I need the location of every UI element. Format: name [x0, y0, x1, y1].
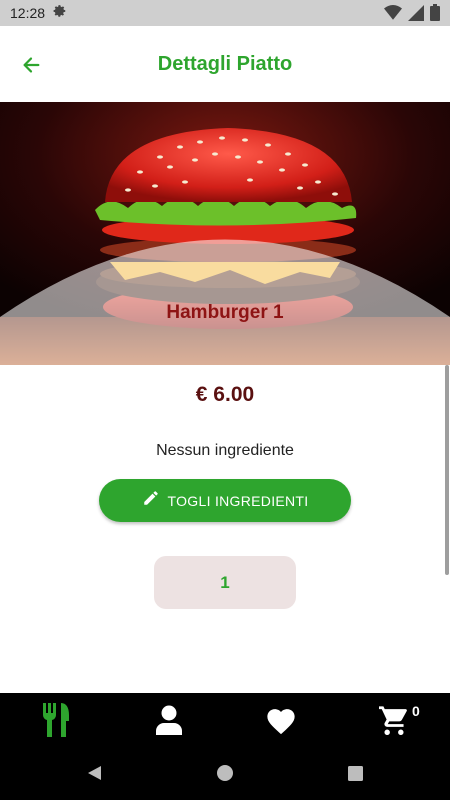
user-icon [155, 705, 182, 740]
status-icons [384, 4, 440, 26]
nav-favorites[interactable] [251, 693, 311, 751]
quantity-box[interactable]: 1 [154, 556, 296, 609]
system-home-button[interactable] [210, 761, 240, 791]
settings-icon [53, 4, 67, 23]
back-triangle-icon [87, 765, 103, 786]
recents-square-icon [347, 765, 363, 786]
nav-cart[interactable]: 0 [364, 693, 424, 751]
pencil-icon [142, 489, 160, 512]
home-circle-icon [217, 765, 233, 786]
nav-profile[interactable] [139, 693, 199, 751]
ingredients-text: Nessun ingrediente [156, 442, 294, 459]
system-nav [0, 751, 450, 800]
dish-image: Hamburger 1 [0, 102, 450, 365]
app-bar: Dettagli Piatto [0, 26, 450, 102]
cart-count-badge: 0 [411, 703, 420, 719]
heart-icon [264, 705, 298, 740]
back-button[interactable] [14, 50, 48, 84]
arrow-left-icon [20, 54, 42, 81]
signal-icon [408, 4, 424, 26]
status-time: 12:28 [10, 5, 46, 21]
scrollbar[interactable] [445, 365, 449, 575]
system-recents-button[interactable] [340, 761, 370, 791]
quantity-value: 1 [220, 572, 230, 592]
fork-knife-icon [41, 702, 71, 742]
wifi-icon [384, 4, 402, 26]
battery-icon [430, 4, 440, 26]
bottom-nav: 0 [0, 693, 450, 751]
nav-menu[interactable] [26, 693, 86, 751]
page-title: Dettagli Piatto [157, 52, 293, 75]
dish-name: Hamburger 1 [166, 302, 284, 323]
status-bar: 12:28 [0, 0, 450, 26]
dish-price: € 6.00 [195, 383, 255, 406]
remove-ingredients-button[interactable]: TOGLI INGREDIENTI [99, 479, 351, 522]
system-back-button[interactable] [80, 761, 110, 791]
cart-icon [377, 705, 411, 740]
remove-ingredients-label: TOGLI INGREDIENTI [167, 492, 309, 509]
